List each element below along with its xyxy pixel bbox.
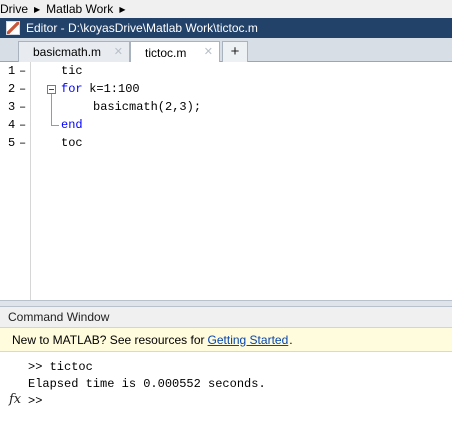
fold-guide-line: [51, 94, 52, 125]
breadcrumb-item-drive[interactable]: Drive: [0, 2, 30, 16]
code-keyword: end: [61, 118, 83, 132]
tab-label: basicmath.m: [33, 45, 102, 59]
code-text: k=1:100: [82, 82, 140, 96]
command-prompt[interactable]: >>: [28, 392, 42, 410]
getting-started-notice: New to MATLAB? See resources for Getting…: [0, 328, 452, 352]
code-keyword: for: [61, 82, 83, 96]
breakpoint-marker[interactable]: –: [19, 134, 26, 152]
code-line[interactable]: 5 – toc: [0, 134, 452, 152]
editor-icon: [6, 21, 20, 35]
code-text: toc: [61, 136, 83, 150]
notice-text: New to MATLAB? See resources for: [12, 332, 205, 347]
breakpoint-marker[interactable]: –: [19, 80, 26, 98]
command-window-title: Command Window: [8, 310, 110, 324]
editor-title: Editor - D:\koyasDrive\Matlab Work\ticto…: [26, 21, 258, 35]
breakpoint-marker[interactable]: –: [19, 98, 26, 116]
breakpoint-marker[interactable]: –: [19, 62, 26, 80]
editor-title-bar: Editor - D:\koyasDrive\Matlab Work\ticto…: [0, 18, 452, 38]
code-line[interactable]: 1 – tic: [0, 62, 452, 80]
fold-guide-end: [51, 125, 59, 126]
function-browser-icon[interactable]: fx: [9, 392, 21, 407]
line-number: 1: [8, 64, 16, 78]
tab-tictoc[interactable]: tictoc.m ✕: [130, 41, 220, 63]
tab-label: tictoc.m: [145, 45, 187, 60]
close-icon[interactable]: ✕: [204, 45, 213, 58]
breadcrumb-arrow-icon[interactable]: ▶: [115, 5, 129, 14]
fold-minus-icon[interactable]: [47, 85, 56, 94]
tab-basicmath[interactable]: basicmath.m ✕: [18, 41, 130, 62]
close-icon[interactable]: ✕: [114, 45, 123, 58]
breakpoint-marker[interactable]: –: [19, 116, 26, 134]
code-line[interactable]: 2 – for k=1:100: [0, 80, 452, 98]
breadcrumb: Drive ▶ Matlab Work ▶: [0, 0, 452, 18]
command-output-line: Elapsed time is 0.000552 seconds.: [28, 377, 266, 391]
editor-tab-bar: basicmath.m ✕ tictoc.m ✕ +: [0, 38, 452, 63]
command-window-body[interactable]: >> tictoc Elapsed time is 0.000552 secon…: [0, 352, 452, 446]
getting-started-link[interactable]: Getting Started: [208, 333, 289, 347]
code-line[interactable]: 3 – basicmath(2,3);: [0, 98, 452, 116]
add-tab-button[interactable]: +: [222, 41, 248, 62]
command-window-header: Command Window: [0, 306, 452, 328]
line-number: 5: [8, 136, 16, 150]
code-text: basicmath(2,3);: [93, 100, 202, 114]
notice-period: .: [289, 332, 293, 347]
line-number: 4: [8, 118, 16, 132]
code-editor[interactable]: 1 – tic 2 – for k=1:100 3 – basicmath(2,…: [0, 62, 452, 300]
command-output-line: >> tictoc: [28, 360, 93, 374]
line-number: 3: [8, 100, 16, 114]
breadcrumb-item-matlab-work[interactable]: Matlab Work: [44, 2, 115, 16]
matlab-window: Drive ▶ Matlab Work ▶ Editor - D:\koyasD…: [0, 0, 452, 446]
breadcrumb-arrow-icon[interactable]: ▶: [30, 5, 44, 14]
code-text: tic: [61, 64, 83, 78]
code-line[interactable]: 4 – end: [0, 116, 452, 134]
line-number: 2: [8, 82, 16, 96]
